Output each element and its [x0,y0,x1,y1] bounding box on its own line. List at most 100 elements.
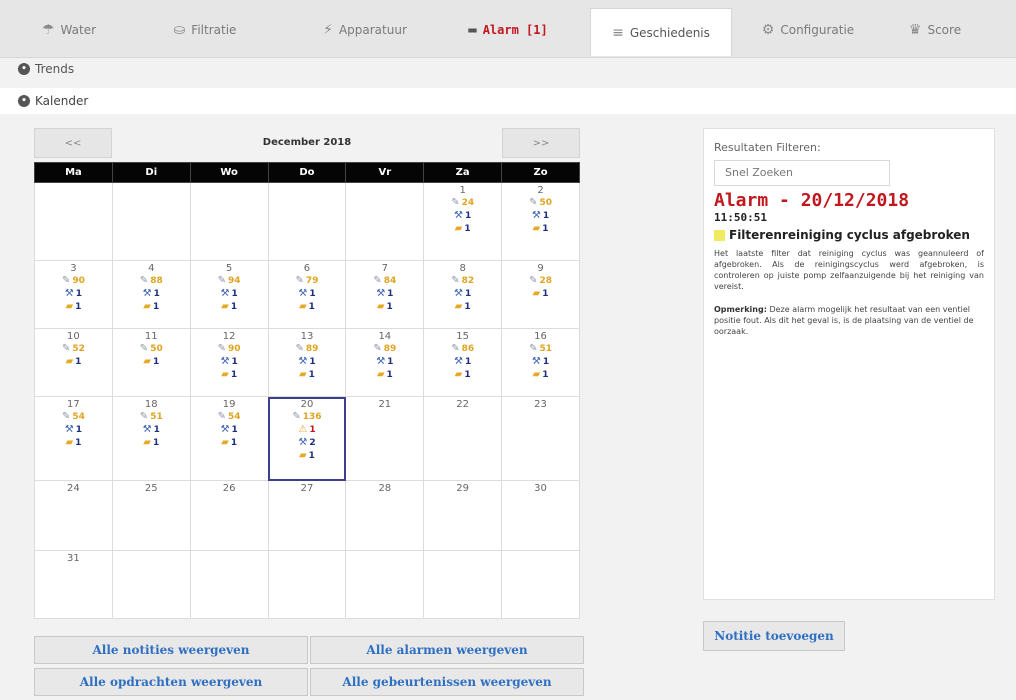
calendar-day-cell[interactable]: 10 ✎ 52 ▰ 1 [34,328,113,397]
event-note[interactable]: ✎ 54 [191,410,268,423]
calendar-day-cell[interactable]: 15 ✎ 86 ⚒ 1 ▰ 1 [423,328,503,397]
calendar-day-cell[interactable]: 31 [34,550,113,619]
event-note[interactable]: ✎ 82 [424,274,501,287]
event-note[interactable]: ✎ 79 [269,274,346,287]
event-warn[interactable]: ⚠ 1 [269,423,346,436]
event-fold[interactable]: ▰ 1 [269,449,346,462]
event-fold[interactable]: ▰ 1 [502,287,579,300]
calendar-day-cell[interactable]: 4 ✎ 88 ⚒ 1 ▰ 1 [111,260,191,329]
tab-water[interactable]: ☂ Water [14,9,124,51]
subnav-kalender[interactable]: • Kalender [18,94,88,108]
event-task[interactable]: ⚒ 1 [35,287,112,300]
event-task[interactable]: ⚒ 1 [424,355,501,368]
event-task[interactable]: ⚒ 1 [424,209,501,222]
event-task[interactable]: ⚒ 2 [269,436,346,449]
calendar-day-cell[interactable]: 3 ✎ 90 ⚒ 1 ▰ 1 [34,260,113,329]
event-note[interactable]: ✎ 51 [113,410,190,423]
event-note[interactable]: ✎ 24 [424,196,501,209]
event-task[interactable]: ⚒ 1 [502,209,579,222]
calendar-day-cell[interactable]: 20 ✎ 136 ⚠ 1 ⚒ 2 ▰ 1 [267,396,347,481]
subnav-trends[interactable]: • Trends [18,62,74,76]
event-fold[interactable]: ▰ 1 [269,368,346,381]
event-note[interactable]: ✎ 50 [502,196,579,209]
event-note[interactable]: ✎ 50 [113,342,190,355]
calendar-day-cell[interactable]: 12 ✎ 90 ⚒ 1 ▰ 1 [189,328,269,397]
event-note[interactable]: ✎ 28 [502,274,579,287]
calendar-day-cell[interactable]: 13 ✎ 89 ⚒ 1 ▰ 1 [267,328,347,397]
event-fold[interactable]: ▰ 1 [113,355,190,368]
show-all-tasks-button[interactable]: Alle opdrachten weergeven [34,668,308,696]
event-fold[interactable]: ▰ 1 [424,222,501,235]
event-note[interactable]: ✎ 90 [191,342,268,355]
event-note[interactable]: ✎ 94 [191,274,268,287]
calendar-day-cell[interactable]: 17 ✎ 54 ⚒ 1 ▰ 1 [34,396,113,481]
calendar-day-cell[interactable]: 28 [345,480,425,551]
event-fold[interactable]: ▰ 1 [113,300,190,313]
event-fold[interactable]: ▰ 1 [502,368,579,381]
event-task[interactable]: ⚒ 1 [113,287,190,300]
event-fold[interactable]: ▰ 1 [35,436,112,449]
event-task[interactable]: ⚒ 1 [191,423,268,436]
event-note[interactable]: ✎ 136 [269,410,346,423]
calendar-day-cell[interactable]: 22 [423,396,503,481]
event-task[interactable]: ⚒ 1 [346,355,423,368]
calendar-day-cell[interactable]: 19 ✎ 54 ⚒ 1 ▰ 1 [189,396,269,481]
calendar-day-cell[interactable]: 21 [345,396,425,481]
tab-apparatuur[interactable]: ⚡ Apparatuur [300,9,430,51]
event-note[interactable]: ✎ 90 [35,274,112,287]
calendar-day-cell[interactable]: 27 [267,480,347,551]
event-fold[interactable]: ▰ 1 [424,300,501,313]
event-task[interactable]: ⚒ 1 [269,287,346,300]
calendar-day-cell[interactable]: 23 [501,396,580,481]
event-fold[interactable]: ▰ 1 [191,300,268,313]
event-task[interactable]: ⚒ 1 [502,355,579,368]
event-task[interactable]: ⚒ 1 [269,355,346,368]
calendar-day-cell[interactable]: 14 ✎ 89 ⚒ 1 ▰ 1 [345,328,425,397]
calendar-day-cell[interactable]: 2 ✎ 50 ⚒ 1 ▰ 1 [501,182,580,261]
event-fold[interactable]: ▰ 1 [35,300,112,313]
tab-score[interactable]: ♛ Score [880,9,990,51]
calendar-day-cell[interactable]: 6 ✎ 79 ⚒ 1 ▰ 1 [267,260,347,329]
next-month-button[interactable]: >> [502,128,580,158]
event-fold[interactable]: ▰ 1 [269,300,346,313]
tab-geschiedenis[interactable]: ≡ Geschiedenis [590,8,732,56]
event-note[interactable]: ✎ 89 [269,342,346,355]
calendar-day-cell[interactable]: 5 ✎ 94 ⚒ 1 ▰ 1 [189,260,269,329]
event-note[interactable]: ✎ 84 [346,274,423,287]
calendar-day-cell[interactable]: 29 [423,480,503,551]
event-note[interactable]: ✎ 88 [113,274,190,287]
event-fold[interactable]: ▰ 1 [346,300,423,313]
show-all-events-button[interactable]: Alle gebeurtenissen weergeven [310,668,584,696]
event-task[interactable]: ⚒ 1 [191,287,268,300]
calendar-day-cell[interactable]: 9 ✎ 28 ▰ 1 [501,260,580,329]
event-task[interactable]: ⚒ 1 [113,423,190,436]
calendar-day-cell[interactable]: 24 [34,480,113,551]
tab-filtratie[interactable]: ⛀ Filtratie [150,9,260,51]
show-all-notes-button[interactable]: Alle notities weergeven [34,636,308,664]
event-fold[interactable]: ▰ 1 [191,436,268,449]
event-task[interactable]: ⚒ 1 [191,355,268,368]
tab-alarm[interactable]: ▬ Alarm [1] [448,9,568,51]
calendar-day-cell[interactable]: 8 ✎ 82 ⚒ 1 ▰ 1 [423,260,503,329]
calendar-day-cell[interactable]: 16 ✎ 51 ⚒ 1 ▰ 1 [501,328,580,397]
calendar-day-cell[interactable]: 25 [111,480,191,551]
event-note[interactable]: ✎ 89 [346,342,423,355]
event-fold[interactable]: ▰ 1 [113,436,190,449]
calendar-day-cell[interactable]: 18 ✎ 51 ⚒ 1 ▰ 1 [111,396,191,481]
calendar-day-cell[interactable]: 7 ✎ 84 ⚒ 1 ▰ 1 [345,260,425,329]
event-fold[interactable]: ▰ 1 [502,222,579,235]
show-all-alarms-button[interactable]: Alle alarmen weergeven [310,636,584,664]
event-task[interactable]: ⚒ 1 [346,287,423,300]
event-note[interactable]: ✎ 52 [35,342,112,355]
event-note[interactable]: ✎ 54 [35,410,112,423]
quick-search-input[interactable]: Snel Zoeken [714,160,890,186]
event-task[interactable]: ⚒ 1 [424,287,501,300]
event-fold[interactable]: ▰ 1 [35,355,112,368]
event-fold[interactable]: ▰ 1 [191,368,268,381]
event-task[interactable]: ⚒ 1 [35,423,112,436]
event-fold[interactable]: ▰ 1 [346,368,423,381]
event-note[interactable]: ✎ 51 [502,342,579,355]
calendar-day-cell[interactable]: 30 [501,480,580,551]
calendar-day-cell[interactable]: 1 ✎ 24 ⚒ 1 ▰ 1 [423,182,503,261]
tab-configuratie[interactable]: ⚙ Configuratie [748,9,868,51]
